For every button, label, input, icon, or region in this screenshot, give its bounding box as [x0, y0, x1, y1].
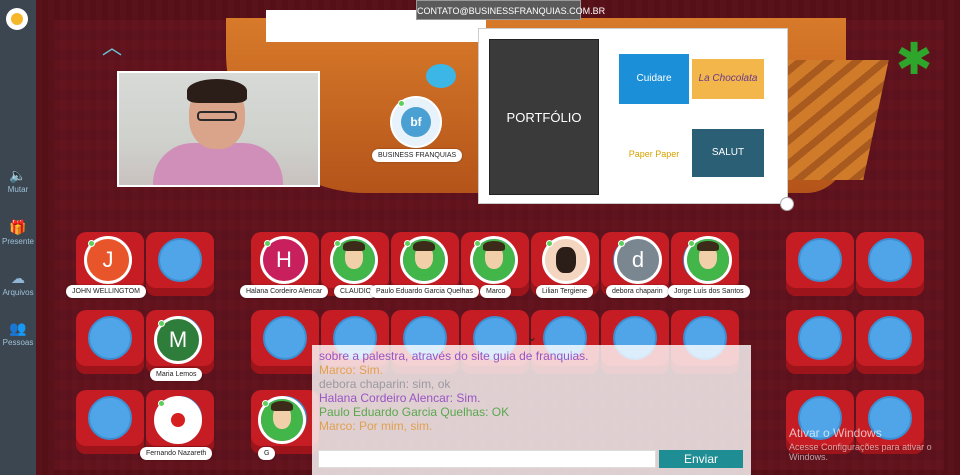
event-app: 🔈 Mutar 🎁 Presente ☁ Arquivos 👥 Pessoas … [0, 0, 960, 475]
chat-message: sobre a palestra, através do site guia d… [319, 349, 589, 363]
online-indicator [398, 100, 405, 107]
seat[interactable] [856, 232, 924, 296]
presenter-body [153, 143, 283, 185]
presenter-name: BUSINESS FRANQUIAS [372, 149, 463, 162]
salut-logo: SALUT [692, 129, 764, 177]
online-indicator [264, 240, 271, 247]
online-indicator [404, 240, 411, 247]
gift-icon: 🎁 [9, 219, 27, 235]
chat-message: Paulo Eduardo Garcia Quelhas: OK [319, 405, 510, 419]
resize-handle[interactable] [780, 197, 794, 211]
chat-message: debora chaparin: sim, ok [319, 377, 451, 391]
portfolio-panel: PORTFÓLIO Cuidare La Chocolata Paper Pap… [478, 28, 788, 204]
attendee-name: debora chaparin [606, 285, 669, 298]
sidebar-item-label: Presente [1, 237, 35, 246]
attendee-name: Fernando Nazareth [140, 447, 213, 460]
windows-watermark: Ativar o Windows [789, 426, 882, 440]
sidebar-item-label: Pessoas [2, 338, 34, 347]
chat-input[interactable] [318, 450, 656, 468]
online-indicator [158, 320, 165, 327]
sidebar-item-mute[interactable]: 🔈 Mutar [0, 168, 36, 194]
bf-logo-icon: bf [401, 107, 431, 137]
sidebar-item-gift[interactable]: 🎁 Presente [0, 220, 36, 246]
send-button[interactable]: Enviar [659, 450, 743, 468]
chat-input-row: Enviar [318, 450, 747, 470]
presenter-video [117, 71, 320, 187]
attendee-name: Halana Cordeiro Alencar [240, 285, 329, 298]
cuidare-logo: Cuidare [619, 54, 689, 104]
attendee-name: Jorge Luís dos Santos [668, 285, 750, 298]
people-icon: 👥 [9, 320, 27, 336]
seat[interactable] [146, 232, 214, 296]
online-indicator [618, 240, 625, 247]
chat-bubble-icon [426, 64, 456, 88]
chevron-up-icon[interactable]: ︿ [102, 38, 122, 58]
presenter-glasses [197, 111, 237, 121]
chat-message: Marco: Sim. [319, 363, 384, 377]
online-indicator [688, 240, 695, 247]
seat[interactable] [251, 310, 319, 374]
windows-watermark-sub: Acesse Configurações para ativar o Windo… [789, 442, 932, 462]
chevron-down-icon[interactable]: ⌄ [524, 330, 540, 344]
presenter-hair [187, 79, 247, 103]
attendee-name: Paulo Eduardo Garcia Quelhas [370, 285, 479, 298]
sidebar-item-label: Arquivos [2, 288, 34, 297]
portfolio-title: PORTFÓLIO [489, 39, 599, 195]
cloud-upload-icon: ☁ [11, 270, 25, 286]
attendee-name: G [258, 447, 276, 460]
sidebar-item-label: Mutar [7, 185, 29, 194]
online-indicator [158, 400, 165, 407]
attendee-name: Maria Lemos [150, 368, 203, 381]
seat[interactable] [856, 310, 924, 374]
online-indicator [262, 400, 269, 407]
attendee-name: Lilian Tergiene [536, 285, 594, 298]
online-indicator [546, 240, 553, 247]
online-indicator [474, 240, 481, 247]
attendee-name: Marco [480, 285, 512, 298]
chat-message: Halana Cordeiro Alencar: Sim. [319, 391, 481, 405]
contact-banner: CONTATO@BUSINESSFRANQUIAS.COM.BR [416, 0, 605, 20]
seat[interactable] [76, 390, 144, 454]
sidebar-item-people[interactable]: 👥 Pessoas [0, 321, 36, 347]
chat-message: Marco: Por mim, sim. [319, 419, 433, 433]
speaker-icon: 🔈 [9, 167, 27, 183]
seat[interactable] [76, 310, 144, 374]
chat-logo-icon [6, 8, 28, 30]
plant-icon: ✱ [895, 35, 933, 84]
paper-logo: Paper Paper [628, 149, 680, 159]
online-indicator [88, 240, 95, 247]
auditorium: ✱ CONTATO@BUSINESSFRANQUIAS.COM.BR ︿ bf … [36, 0, 960, 475]
seat[interactable] [786, 310, 854, 374]
avatar-photo [556, 247, 576, 273]
attendee-name: JOHN WELLINGTOM [66, 285, 146, 298]
online-indicator [334, 240, 341, 247]
chocolata-logo: La Chocolata [692, 59, 764, 99]
seat[interactable] [786, 232, 854, 296]
sidebar-item-files[interactable]: ☁ Arquivos [0, 271, 36, 297]
avatar-logo [171, 413, 185, 427]
sidebar: 🔈 Mutar 🎁 Presente ☁ Arquivos 👥 Pessoas [0, 0, 36, 475]
